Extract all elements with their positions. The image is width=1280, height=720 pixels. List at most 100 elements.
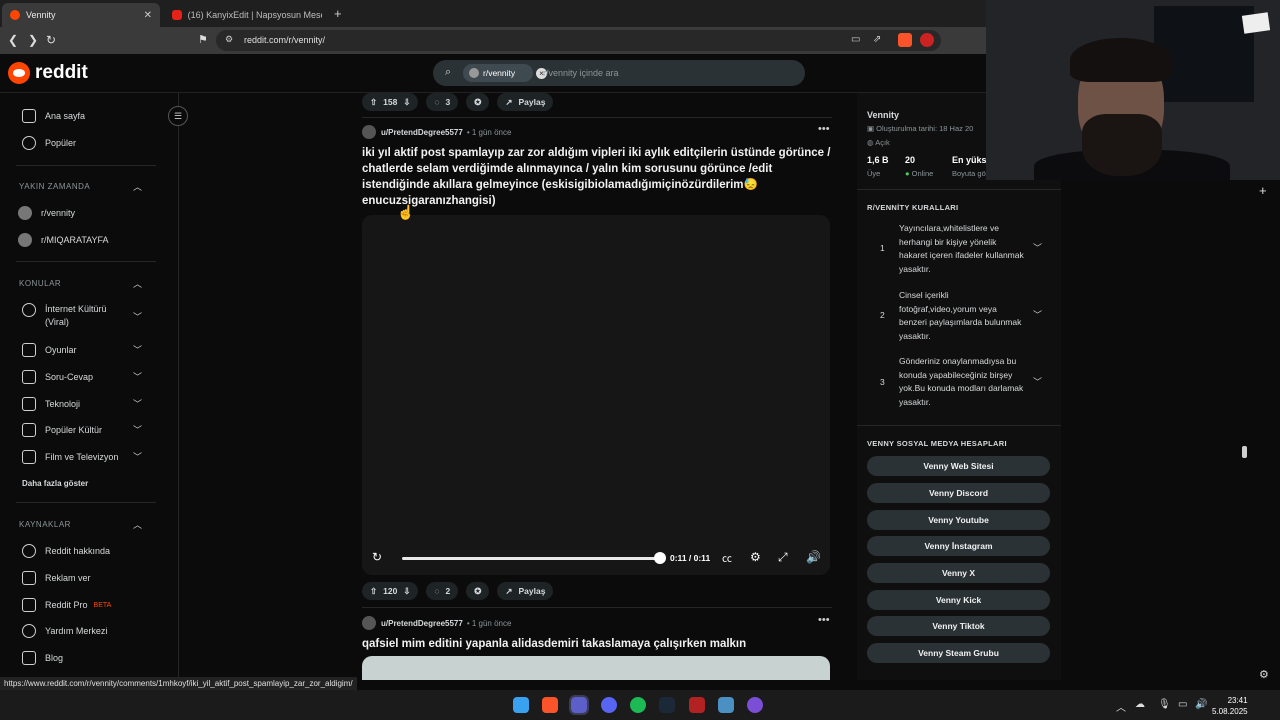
close-tab-icon[interactable]: ✕ [144, 10, 152, 21]
section-recent[interactable]: YAKIN ZAMANDA [19, 182, 90, 191]
downvote-icon[interactable]: ⇩ [403, 586, 410, 597]
sidebar-item-internet[interactable]: İnternet Kültürü (Viral) [22, 303, 122, 329]
social-kick-button[interactable]: Venny Kick [867, 590, 1050, 610]
app-icon[interactable] [718, 697, 734, 713]
bookmark-icon[interactable]: ⚑ [198, 33, 208, 46]
volume-icon[interactable]: 🔊 [806, 550, 821, 564]
sidebar-item-tech[interactable]: Teknoloji [22, 397, 80, 411]
chevron-down-icon[interactable]: ﹀ [133, 450, 142, 463]
chevron-up-icon[interactable]: ︿ [1116, 699, 1126, 714]
obs-icon[interactable] [747, 697, 763, 713]
chevron-up-icon[interactable]: ︿ [133, 277, 142, 290]
tab-youtube[interactable]: (16) KanyixEdit | Napsyosun Mesela? [164, 3, 330, 27]
settings-gear-icon[interactable]: ⚙ [750, 550, 761, 564]
social-discord-button[interactable]: Venny Discord [867, 483, 1050, 503]
post-author[interactable]: u/PretendDegree5577 [381, 619, 463, 628]
social-web-button[interactable]: Venny Web Sitesi [867, 456, 1050, 476]
volume-icon[interactable]: 🔊 [1195, 699, 1207, 710]
sidebar-item-home[interactable]: Ana sayfa [22, 109, 85, 123]
brave-icon[interactable] [542, 697, 558, 713]
network-icon[interactable]: ▭ [1178, 699, 1187, 710]
chevron-down-icon[interactable]: ﹀ [1033, 375, 1042, 388]
share-button[interactable]: ↗ Paylaş [497, 582, 554, 600]
share-icon[interactable]: ⇗ [873, 34, 881, 45]
app-icon[interactable] [689, 697, 705, 713]
more-options-icon[interactable]: ••• [818, 614, 830, 626]
upvote-icon[interactable]: ⇧ [370, 97, 377, 108]
social-tiktok-button[interactable]: Venny Tiktok [867, 616, 1050, 636]
section-resources[interactable]: KAYNAKLAR [19, 520, 71, 529]
settings-gear-icon[interactable]: ⚙ [1259, 668, 1269, 681]
sidebar-item-r-miqaratayfa[interactable]: r/MIQARATAYFA [18, 233, 109, 247]
chevron-down-icon[interactable]: ﹀ [133, 423, 142, 436]
tab-vennity[interactable]: Vennity ✕ [2, 3, 160, 27]
fullscreen-icon[interactable]: ⤢ [778, 550, 788, 565]
more-options-icon[interactable]: ••• [818, 123, 830, 135]
reload-icon[interactable]: ↻ [46, 33, 56, 47]
show-more-link[interactable]: Daha fazla göster [22, 479, 88, 488]
sidebar-item-qa[interactable]: Soru-Cevap [22, 370, 93, 384]
app-icon[interactable] [569, 695, 589, 715]
subreddit-chip[interactable]: r/vennity × [463, 64, 547, 82]
notification-icon[interactable] [920, 33, 934, 47]
social-x-button[interactable]: Venny X [867, 563, 1050, 583]
sidebar-item-help[interactable]: Yardım Merkezi [22, 624, 107, 638]
sidebar-item-blog[interactable]: Blog [22, 651, 63, 665]
sidebar-item-about[interactable]: Reddit hakkında [22, 544, 110, 558]
discord-icon[interactable] [601, 697, 617, 713]
windows-start-icon[interactable] [513, 697, 529, 713]
scrollbar-thumb[interactable] [1242, 446, 1247, 458]
sidebar-item-advertise[interactable]: Reklam ver [22, 571, 91, 585]
avatar[interactable] [362, 616, 376, 630]
steam-icon[interactable] [659, 697, 675, 713]
replay-icon[interactable]: ↻ [372, 550, 382, 564]
captions-icon[interactable]: ㏄ [722, 550, 732, 565]
sidebar-item-r-vennity[interactable]: r/vennity [18, 206, 75, 220]
post-title[interactable]: qafsiel mim editini yapanla alidasdemiri… [362, 636, 832, 652]
chevron-down-icon[interactable]: ﹀ [1033, 241, 1042, 254]
comments-button[interactable]: ◌ 3 [426, 93, 459, 111]
award-button[interactable]: ✪ [466, 93, 490, 111]
chevron-down-icon[interactable]: ﹀ [133, 343, 142, 356]
social-instagram-button[interactable]: Venny İnstagram [867, 536, 1050, 556]
social-youtube-button[interactable]: Venny Youtube [867, 510, 1050, 530]
award-button[interactable]: ✪ [466, 582, 490, 600]
social-steam-button[interactable]: Venny Steam Grubu [867, 643, 1050, 663]
mic-icon[interactable]: 🎙 [1158, 699, 1171, 710]
search-bar[interactable]: ⌕ r/vennity × r/vennity içinde ara [433, 60, 805, 86]
post-title[interactable]: iki yıl aktif post spamlayıp zar zor ald… [362, 145, 832, 209]
sidebar-item-pro[interactable]: Reddit Pro BETA [22, 598, 111, 612]
chevron-up-icon[interactable]: ︿ [133, 518, 142, 531]
sidebar-item-popular[interactable]: Popüler [22, 136, 76, 150]
video-progress-knob[interactable] [654, 552, 666, 564]
chevron-down-icon[interactable]: ﹀ [133, 370, 142, 383]
share-button[interactable]: ↗ Paylaş [497, 93, 554, 111]
comments-button[interactable]: ◌ 2 [426, 582, 459, 600]
chevron-down-icon[interactable]: ﹀ [133, 310, 142, 323]
chevron-up-icon[interactable]: ︿ [133, 180, 142, 193]
downvote-icon[interactable]: ⇩ [403, 97, 410, 108]
chevron-down-icon[interactable]: ﹀ [1033, 308, 1042, 321]
address-bar[interactable]: ⚙ reddit.com/r/vennity/ ▭ ⇗ [216, 30, 941, 51]
section-topics[interactable]: KONULAR [19, 279, 61, 288]
video-player[interactable]: ↻ 0:11 / 0:11 ㏄ ⚙ ⤢ 🔊 [362, 215, 830, 575]
video-progress-bar[interactable] [402, 557, 660, 560]
site-info-icon[interactable]: ⚙ [225, 34, 233, 45]
sidebar-item-popculture[interactable]: Popüler Kültür [22, 423, 102, 437]
add-icon[interactable]: + [1259, 183, 1267, 198]
avatar[interactable] [362, 125, 376, 139]
sidebar-item-tv[interactable]: Film ve Televizyon [22, 450, 118, 464]
brave-shield-icon[interactable] [898, 33, 912, 47]
forward-icon[interactable]: ❯ [28, 33, 38, 47]
reddit-logo[interactable]: reddit [8, 62, 88, 84]
chevron-down-icon[interactable]: ﹀ [133, 397, 142, 410]
clock[interactable]: 23:41 5.08.2025 [1212, 695, 1248, 717]
post-author[interactable]: u/PretendDegree5577 [381, 128, 463, 137]
spotify-icon[interactable] [630, 697, 646, 713]
post-image-preview[interactable] [362, 656, 830, 680]
sidebar-item-games[interactable]: Oyunlar [22, 343, 77, 357]
cast-icon[interactable]: ▭ [851, 34, 860, 45]
new-tab-icon[interactable]: + [334, 6, 342, 21]
back-icon[interactable]: ❮ [8, 33, 18, 47]
cloud-icon[interactable]: ☁ [1135, 699, 1145, 710]
